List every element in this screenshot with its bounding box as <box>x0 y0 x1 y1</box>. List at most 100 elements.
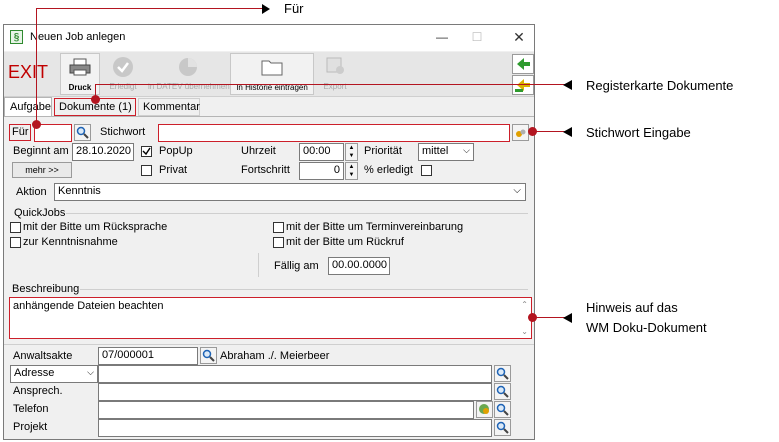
printer-icon <box>69 58 91 76</box>
fortschritt-spinner[interactable]: ▲ ▼ <box>345 162 358 180</box>
checkmark-icon <box>142 147 151 156</box>
qj-rueckruf-checkbox[interactable] <box>273 237 284 248</box>
annotation-fuer-text: Für <box>284 1 304 16</box>
export-icon <box>326 57 344 74</box>
phone-icon <box>479 404 489 414</box>
qj-kenntnis-label: zur Kenntnisnahme <box>23 236 118 248</box>
arrow-left-yellow-button[interactable] <box>512 75 534 95</box>
faellig-separator <box>258 253 259 277</box>
beginnt-input[interactable]: 28.10.2020 <box>72 143 134 161</box>
druck-button[interactable]: Druck <box>60 53 100 95</box>
stichwort-label: Stichwort <box>100 126 146 138</box>
datev-button[interactable]: in DATEV übernehmen <box>148 53 230 93</box>
fortschritt-input[interactable]: 0 <box>299 162 344 180</box>
export-button[interactable]: Export <box>316 53 354 93</box>
adresse-select[interactable]: Adresse ⌵ <box>10 365 98 383</box>
annotation-stichwort-text: Stichwort Eingabe <box>586 125 691 140</box>
adresse-input[interactable] <box>98 365 492 383</box>
annotation-hinweis-text-1: Hinweis auf das <box>586 300 678 315</box>
projekt-search-button[interactable] <box>494 419 511 436</box>
app-icon: § <box>10 30 23 44</box>
uhrzeit-spinner[interactable]: ▲ ▼ <box>345 143 358 161</box>
annotation-fuer-dot <box>32 120 41 129</box>
adresse-search-button[interactable] <box>494 365 511 382</box>
annotation-hinweis-line <box>533 317 565 318</box>
check-icon <box>113 57 133 77</box>
scroll-up-icon[interactable]: ⌃ <box>521 300 528 309</box>
annotation-hinweis-text-2: WM Doku-Dokument <box>586 320 707 335</box>
projekt-input[interactable] <box>98 419 492 437</box>
faellig-input[interactable]: 00.00.0000 <box>328 257 390 275</box>
tab-divider <box>4 116 534 117</box>
annotation-fuer-arrow <box>262 4 270 14</box>
ansprech-input[interactable] <box>98 383 492 401</box>
mehr-button[interactable]: mehr >> <box>12 162 72 178</box>
faellig-label: Fällig am <box>274 260 319 272</box>
telefon-call-button[interactable] <box>476 401 493 418</box>
telefon-search-button[interactable] <box>494 401 511 418</box>
ansprech-search-button[interactable] <box>494 383 511 400</box>
prioritaet-label: Priorität <box>364 145 402 157</box>
dialog-window: § Neuen Job anlegen — ☐ ✕ EXIT Druck Erl… <box>3 24 535 440</box>
annotation-fuer-line-v <box>36 8 37 124</box>
annotation-fuer-line-h <box>36 8 266 9</box>
privat-checkbox[interactable] <box>141 165 152 176</box>
anwaltsakte-input[interactable]: 07/000001 <box>98 347 198 365</box>
privat-label: Privat <box>159 164 188 176</box>
qj-rueckspache-label: mit der Bitte um Rücksprache <box>23 221 168 233</box>
maximize-icon[interactable]: ☐ <box>467 29 487 45</box>
quickjobs-label: QuickJobs <box>14 207 66 219</box>
qj-rueckruf-label: mit der Bitte um Rückruf <box>286 236 404 248</box>
popup-checkbox[interactable] <box>141 146 152 157</box>
telefon-label: Telefon <box>13 403 49 415</box>
stichwort-extra-button[interactable] <box>512 124 529 141</box>
scroll-down-icon[interactable]: ⌄ <box>521 327 528 336</box>
erledigt-checkbox[interactable] <box>421 165 432 176</box>
search-icon <box>496 385 509 398</box>
fuer-search-button[interactable] <box>74 124 91 141</box>
annotation-hinweis-dot <box>528 313 537 322</box>
annotation-stichwort-arrow <box>563 127 572 137</box>
fuer-label-box: Für <box>9 124 31 141</box>
search-icon <box>76 126 89 139</box>
stichwort-input[interactable] <box>158 124 510 142</box>
exit-button[interactable]: EXIT <box>8 62 48 83</box>
beschreibung-divider <box>80 289 528 290</box>
anwaltsakte-search-button[interactable] <box>200 347 217 364</box>
annotation-register-line-h <box>95 84 565 85</box>
ansprech-label: Ansprech. <box>13 385 63 397</box>
annotation-register-arrow <box>563 80 572 90</box>
folder-icon <box>261 60 283 76</box>
uhrzeit-input[interactable]: 00:00 <box>299 143 344 161</box>
qj-kenntnis-checkbox[interactable] <box>10 237 21 248</box>
arrow-left-green-button[interactable] <box>512 54 534 74</box>
erledigt-label: % erledigt <box>364 164 413 176</box>
aktion-select[interactable]: Kenntnis ⌵ <box>54 183 526 201</box>
close-icon[interactable]: ✕ <box>509 29 529 45</box>
erledigt-button[interactable]: Erledigt <box>102 53 144 93</box>
qj-termin-label: mit der Bitte um Terminvereinbarung <box>286 221 464 233</box>
arrow-left-yellow-icon <box>515 79 530 92</box>
key-icon <box>516 129 526 137</box>
search-icon <box>496 421 509 434</box>
tab-aufgabe[interactable]: Aufgabe <box>4 97 52 116</box>
arrow-left-icon <box>517 58 530 70</box>
historie-button[interactable]: In Historie eintragen <box>230 53 314 95</box>
anwaltsakte-name: Abraham ./. Meierbeer <box>220 350 330 362</box>
tab-kommentar[interactable]: Kommentar <box>138 98 200 116</box>
telefon-input[interactable] <box>98 401 474 419</box>
aktion-label: Aktion <box>16 186 47 198</box>
prioritaet-select[interactable]: mittel ⌵ <box>418 143 474 161</box>
projekt-label: Projekt <box>13 421 48 433</box>
beschreibung-textarea[interactable]: anhängende Dateien beachten ⌃ ⌄ <box>9 297 532 339</box>
anwaltsakte-label: Anwaltsakte <box>13 350 73 362</box>
annotation-register-text: Registerkarte Dokumente <box>586 78 734 93</box>
beschreibung-label: Beschreibung <box>12 283 80 295</box>
qj-rueckspache-checkbox[interactable] <box>10 222 21 233</box>
search-icon <box>496 403 509 416</box>
qj-termin-checkbox[interactable] <box>273 222 284 233</box>
search-icon <box>202 349 215 362</box>
minimize-icon[interactable]: — <box>432 29 452 45</box>
chart-icon <box>179 58 197 76</box>
uhrzeit-label: Uhrzeit <box>241 145 276 157</box>
